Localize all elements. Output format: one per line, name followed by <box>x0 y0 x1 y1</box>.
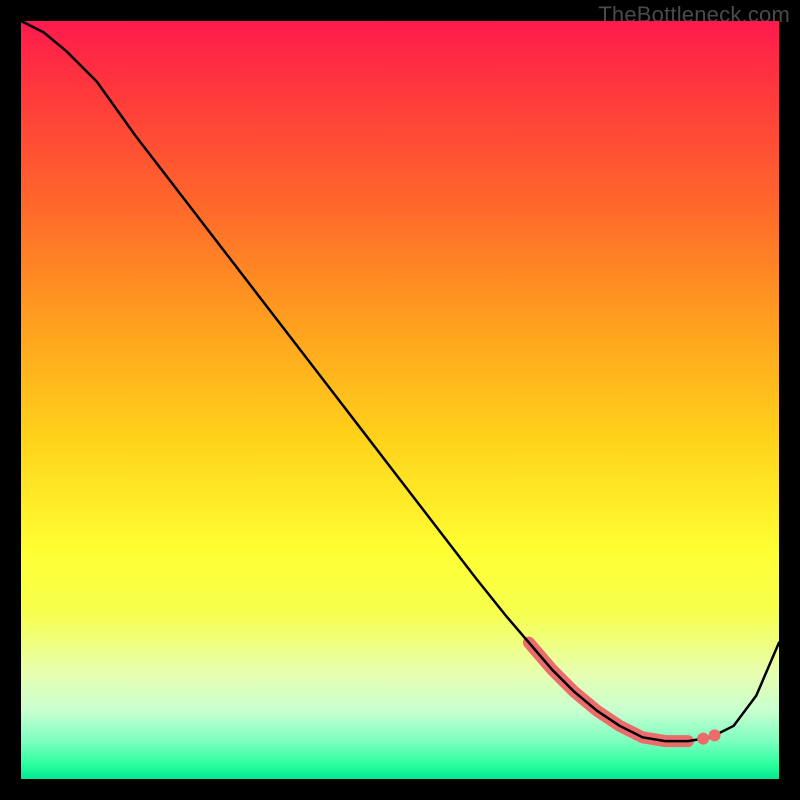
highlight-dot <box>697 733 709 745</box>
highlight-dots <box>697 729 720 744</box>
chart-stage: TheBottleneck.com <box>0 0 800 800</box>
plot-area <box>21 21 779 779</box>
bottleneck-curve <box>21 21 779 741</box>
highlight-dot <box>709 729 721 741</box>
optimal-range-band <box>529 643 688 742</box>
curve-layer <box>21 21 779 779</box>
